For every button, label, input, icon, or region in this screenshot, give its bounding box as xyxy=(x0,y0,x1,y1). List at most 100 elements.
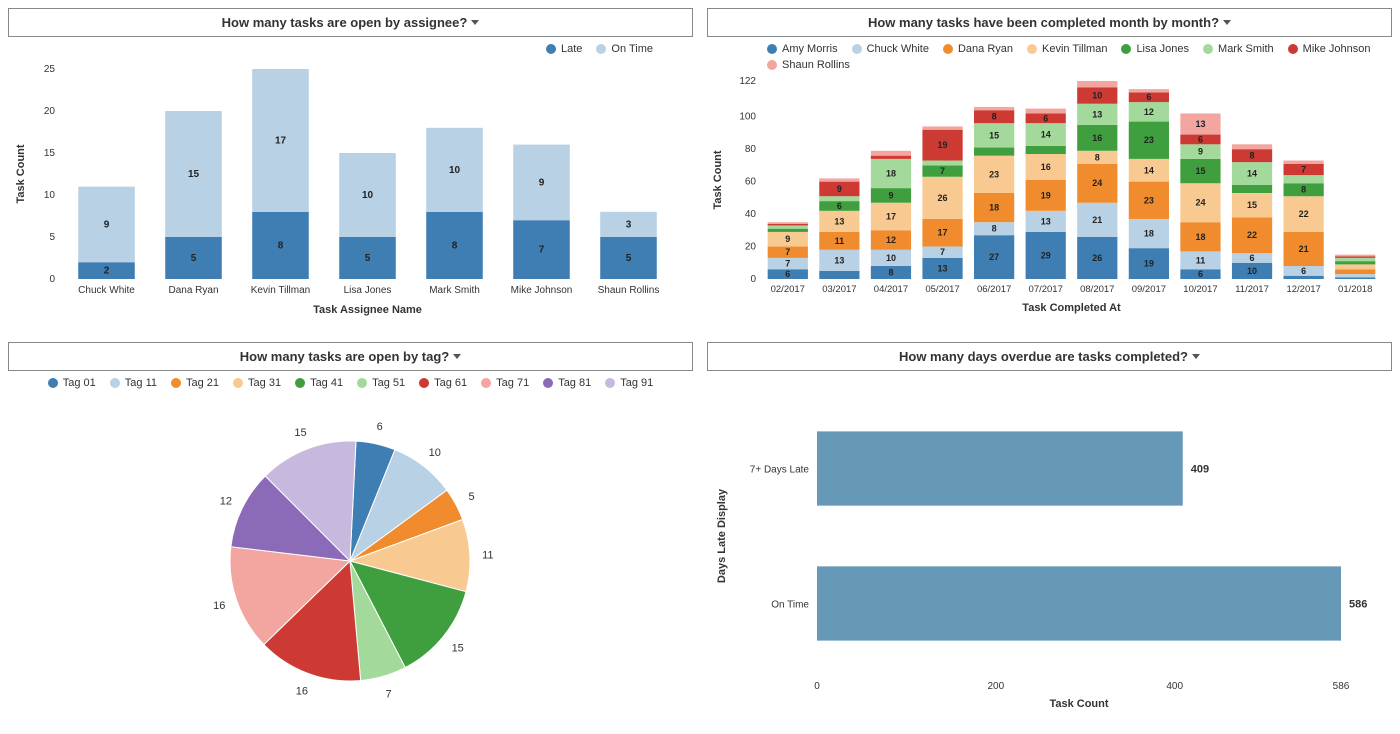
bar-segment[interactable] xyxy=(1335,258,1375,261)
panel-title-overdue[interactable]: How many days overdue are tasks complete… xyxy=(707,342,1392,371)
bar-segment[interactable] xyxy=(768,225,808,228)
svg-text:6: 6 xyxy=(837,201,842,211)
bar-segment[interactable] xyxy=(922,126,962,129)
legend-item[interactable]: Dana Ryan xyxy=(943,43,1013,55)
bar-segment[interactable] xyxy=(1284,276,1324,279)
bar-segment[interactable] xyxy=(819,271,859,279)
legend-item[interactable]: Tag 41 xyxy=(295,377,343,389)
svg-text:8: 8 xyxy=(1250,151,1255,161)
svg-text:7: 7 xyxy=(940,166,945,176)
svg-text:02/2017: 02/2017 xyxy=(771,284,805,295)
svg-text:16: 16 xyxy=(296,685,308,697)
svg-text:18: 18 xyxy=(1144,229,1154,239)
svg-text:0: 0 xyxy=(750,274,756,285)
svg-text:8: 8 xyxy=(992,224,997,234)
svg-text:Dana Ryan: Dana Ryan xyxy=(168,285,218,296)
legend-item[interactable]: Mike Johnson xyxy=(1288,43,1371,55)
bar-segment[interactable] xyxy=(974,148,1014,156)
bar-segment[interactable] xyxy=(1335,274,1375,277)
svg-text:29: 29 xyxy=(1041,250,1051,260)
legend-item[interactable]: Shaun Rollins xyxy=(767,59,850,71)
legend-swatch xyxy=(48,378,58,388)
svg-text:12: 12 xyxy=(1144,107,1154,117)
svg-text:06/2017: 06/2017 xyxy=(977,284,1011,295)
svg-text:7: 7 xyxy=(785,247,790,257)
panel-title-text: How many tasks are open by tag? xyxy=(240,349,450,364)
legend-item[interactable]: Tag 31 xyxy=(233,377,281,389)
bar-segment[interactable] xyxy=(1335,277,1375,279)
legend-item[interactable]: Tag 51 xyxy=(357,377,405,389)
svg-text:10: 10 xyxy=(1092,91,1102,101)
bar-segment[interactable] xyxy=(1232,144,1272,149)
legend-swatch xyxy=(1027,44,1037,54)
svg-text:15: 15 xyxy=(44,148,56,159)
bar-segment[interactable] xyxy=(1335,255,1375,257)
legend-item[interactable]: Lisa Jones xyxy=(1121,43,1189,55)
chevron-down-icon xyxy=(471,20,479,25)
chart-assignee: LateOn Time 0510152025Task CountTask Ass… xyxy=(8,37,693,328)
bar-segment[interactable] xyxy=(1335,256,1375,258)
svg-text:20: 20 xyxy=(745,242,757,253)
legend-item[interactable]: Amy Morris xyxy=(767,43,838,55)
svg-text:9: 9 xyxy=(888,190,893,200)
legend-item[interactable]: Late xyxy=(546,43,582,55)
bar-segment[interactable] xyxy=(819,196,859,201)
legend-item[interactable]: Tag 71 xyxy=(481,377,529,389)
svg-text:18: 18 xyxy=(886,169,896,179)
bar-segment[interactable] xyxy=(922,161,962,166)
legend-item[interactable]: Tag 21 xyxy=(171,377,219,389)
hbar[interactable] xyxy=(817,566,1341,640)
svg-text:Task Count: Task Count xyxy=(1049,698,1108,710)
bar-segment[interactable] xyxy=(871,156,911,159)
legend-label: Tag 41 xyxy=(310,377,343,389)
bar-segment[interactable] xyxy=(1284,175,1324,183)
svg-text:8: 8 xyxy=(992,112,997,122)
svg-text:23: 23 xyxy=(1144,135,1154,145)
legend-item[interactable]: Tag 01 xyxy=(48,377,96,389)
panel-title-tag[interactable]: How many tasks are open by tag? xyxy=(8,342,693,371)
hbar[interactable] xyxy=(817,431,1183,505)
bar-segment[interactable] xyxy=(1026,146,1066,154)
legend-swatch xyxy=(605,378,615,388)
bar-segment[interactable] xyxy=(768,229,808,232)
legend-label: Kevin Tillman xyxy=(1042,43,1107,55)
panel-title-month[interactable]: How many tasks have been completed month… xyxy=(707,8,1392,37)
bar-segment[interactable] xyxy=(1335,269,1375,274)
svg-text:13: 13 xyxy=(834,255,844,265)
svg-text:22: 22 xyxy=(1299,209,1309,219)
panel-title-assignee[interactable]: How many tasks are open by assignee? xyxy=(8,8,693,37)
bar-segment[interactable] xyxy=(1026,109,1066,114)
bar-segment[interactable] xyxy=(768,222,808,224)
panel-title-text: How many days overdue are tasks complete… xyxy=(899,349,1188,364)
bar-segment[interactable] xyxy=(768,224,808,226)
bar-segment[interactable] xyxy=(1335,264,1375,269)
svg-text:17: 17 xyxy=(275,135,287,146)
legend-item[interactable]: Mark Smith xyxy=(1203,43,1274,55)
bar-segment[interactable] xyxy=(1129,89,1169,92)
legend-item[interactable]: Tag 11 xyxy=(110,377,157,389)
legend-label: Chuck White xyxy=(867,43,929,55)
legend-item[interactable]: Tag 81 xyxy=(543,377,591,389)
svg-text:3: 3 xyxy=(626,219,632,230)
legend-item[interactable]: Kevin Tillman xyxy=(1027,43,1107,55)
bar-segment[interactable] xyxy=(1077,81,1117,87)
bar-segment[interactable] xyxy=(1335,261,1375,264)
legend-swatch xyxy=(481,378,491,388)
bar-segment[interactable] xyxy=(1284,161,1324,164)
legend-item[interactable]: Tag 91 xyxy=(605,377,653,389)
chart-svg: 61051115716161215 xyxy=(8,393,692,713)
legend-item[interactable]: On Time xyxy=(596,43,653,55)
legend-label: Mike Johnson xyxy=(1303,43,1371,55)
legend-item[interactable]: Tag 61 xyxy=(419,377,467,389)
svg-text:6: 6 xyxy=(1043,113,1048,123)
svg-text:24: 24 xyxy=(1195,198,1205,208)
chevron-down-icon xyxy=(1192,354,1200,359)
bar-segment[interactable] xyxy=(819,178,859,181)
svg-text:6: 6 xyxy=(785,269,790,279)
svg-text:27: 27 xyxy=(989,252,999,262)
bar-segment[interactable] xyxy=(871,151,911,156)
legend-item[interactable]: Chuck White xyxy=(852,43,929,55)
legend-swatch xyxy=(1121,44,1131,54)
bar-segment[interactable] xyxy=(974,107,1014,110)
bar-segment[interactable] xyxy=(1232,185,1272,193)
